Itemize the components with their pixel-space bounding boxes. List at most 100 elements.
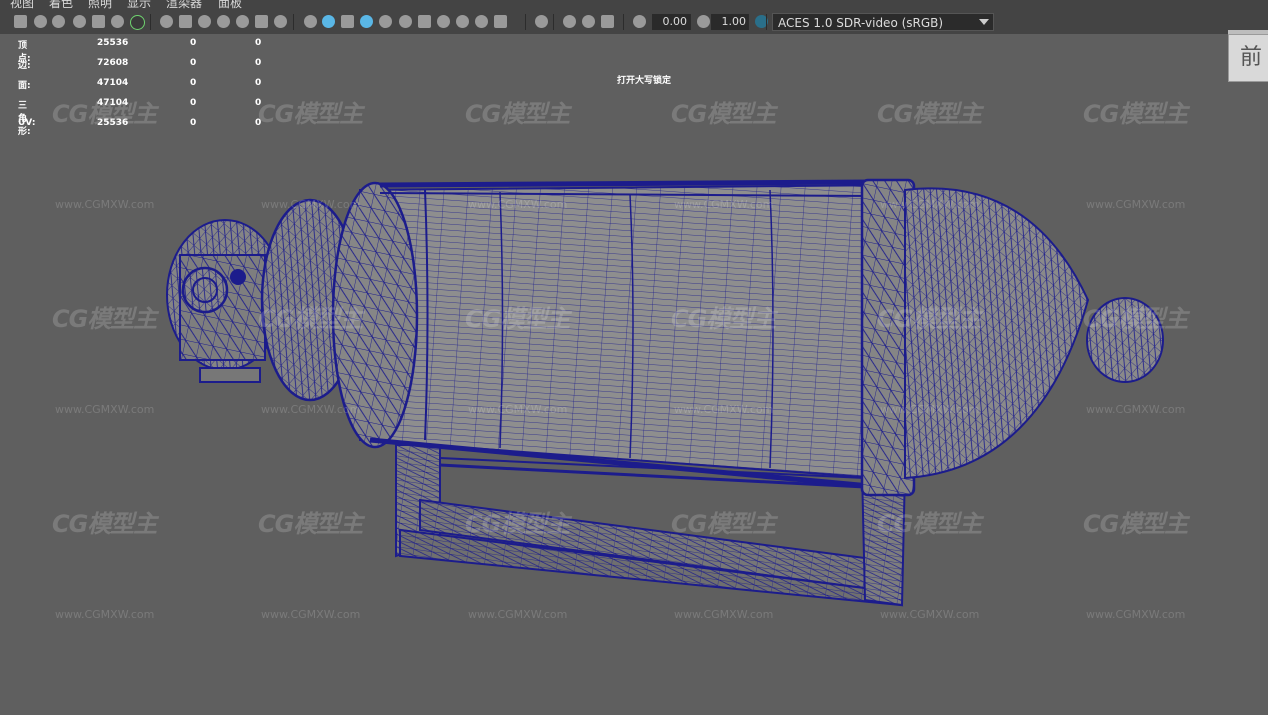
wireframe-on-shaded-icon[interactable]	[360, 15, 373, 28]
grease-pencil-icon[interactable]	[130, 15, 145, 30]
depth-of-field-icon[interactable]	[494, 15, 507, 28]
use-default-light-icon[interactable]	[399, 15, 412, 28]
watermark-url: www.CGMXW.com	[468, 198, 568, 211]
toolbar-separator	[293, 14, 294, 30]
xray-active-icon[interactable]	[582, 15, 595, 28]
default-material-icon[interactable]	[341, 15, 354, 28]
wireframe-icon[interactable]	[304, 15, 317, 28]
watermark-logo: CG模型主	[1083, 100, 1188, 128]
menu-panels[interactable]: 面板	[218, 0, 242, 9]
watermark-logo: CG模型主	[877, 510, 982, 538]
isolate-select-icon[interactable]	[535, 15, 548, 28]
watermark-logo: CG模型主	[877, 709, 981, 715]
watermark-url: www.CGMXW.com	[261, 403, 361, 416]
hud-count-value: 25536	[97, 38, 129, 48]
watermark-logo: CG模型主	[258, 709, 362, 715]
color-space-select[interactable]: ACES 1.0 SDR-video (sRGB)	[772, 13, 994, 31]
watermark-logo: CG模型主	[52, 510, 157, 538]
xray-joints-icon[interactable]	[563, 15, 576, 28]
watermark-url: www.CGMXW.com	[674, 608, 774, 621]
watermark-logo: CG模型主	[671, 305, 776, 333]
camera-icon[interactable]	[14, 15, 27, 28]
menu-renderer[interactable]: 渲染器	[166, 0, 202, 9]
tank-body-mesh	[331, 179, 906, 489]
backface-icon[interactable]	[601, 15, 614, 28]
hud-selected-value: 0	[190, 38, 197, 48]
watermark-url: www.CGMXW.com	[55, 608, 155, 621]
select-camera-icon[interactable]	[34, 15, 47, 28]
chevron-down-icon	[979, 19, 989, 25]
toolbar-separator	[748, 14, 749, 30]
hud-label: 边:	[18, 61, 31, 71]
gamma-field[interactable]: 1.00	[711, 14, 749, 30]
hud-label: 面:	[18, 81, 31, 91]
color-space-label: ACES 1.0 SDR-video (sRGB)	[778, 16, 944, 30]
exposure-icon[interactable]	[633, 15, 646, 28]
watermark-url: www.CGMXW.com	[468, 403, 568, 416]
image-plane-icon[interactable]	[92, 15, 105, 28]
shadows-icon[interactable]	[418, 15, 431, 28]
watermark-url: www.CGMXW.com	[674, 198, 774, 211]
gate-mask-icon[interactable]	[217, 15, 230, 28]
screen-space-ao-icon[interactable]	[437, 15, 450, 28]
safe-title-icon[interactable]	[274, 15, 287, 28]
watermark-url: www.CGMXW.com	[55, 198, 155, 211]
gamma-icon[interactable]	[697, 15, 710, 28]
watermark-logo: CG模型主	[258, 100, 363, 128]
hud-selected-value: 0	[190, 78, 197, 88]
menu-show[interactable]: 显示	[127, 0, 151, 9]
watermark-url: www.CGMXW.com	[261, 198, 361, 211]
watermark-url: www.CGMXW.com	[880, 608, 980, 621]
anti-alias-icon[interactable]	[475, 15, 488, 28]
watermark-logo: CG模型主	[52, 709, 156, 715]
hud-selected-value: 0	[190, 98, 197, 108]
viewport-3d[interactable]: 顶点: 25536 0 0 边: 72608 0 0 面: 47104 0 0 三角形: 47104 0 0 U…	[0, 34, 1268, 715]
menu-view[interactable]: 视图	[10, 0, 34, 9]
toolbar-separator	[766, 14, 767, 30]
watermark-url: www.CGMXW.com	[1086, 198, 1186, 211]
toolbar-separator	[690, 14, 691, 30]
watermark-logo: CG模型主	[671, 709, 775, 715]
xray-icon[interactable]	[379, 15, 392, 28]
bookmark-icon[interactable]	[73, 15, 86, 28]
watermark-url: www.CGMXW.com	[880, 403, 980, 416]
watermark-logo: CG模型主	[258, 510, 363, 538]
watermark-logo: CG模型主	[877, 100, 982, 128]
watermark-url: www.CGMXW.com	[1086, 403, 1186, 416]
lock-camera-icon[interactable]	[52, 15, 65, 28]
hud-label: UV:	[18, 118, 36, 128]
watermark-logo: CG模型主	[671, 510, 776, 538]
toolbar-separator	[150, 14, 151, 30]
grid-icon[interactable]	[160, 15, 173, 28]
field-chart-icon[interactable]	[236, 15, 249, 28]
watermark-logo: CG模型主	[465, 305, 570, 333]
view-cube[interactable]: 前	[1228, 34, 1268, 82]
watermark-logo: CG模型主	[671, 100, 776, 128]
hud-count-value: 72608	[97, 58, 129, 68]
smooth-shade-icon[interactable]	[322, 15, 335, 28]
watermark-logo: CG模型主	[465, 510, 570, 538]
caps-lock-notice: 打开大写锁定	[617, 76, 672, 86]
watermark-logo: CG模型主	[465, 100, 570, 128]
wireframe-model[interactable]	[0, 34, 1268, 715]
exposure-field[interactable]: 0.00	[652, 14, 690, 30]
watermark-url: www.CGMXW.com	[880, 198, 980, 211]
watermark-url: www.CGMXW.com	[261, 608, 361, 621]
film-gate-icon[interactable]	[179, 15, 192, 28]
watermark-logo: CG模型主	[877, 305, 982, 333]
safe-action-icon[interactable]	[255, 15, 268, 28]
watermark-logo: CG模型主	[52, 100, 157, 128]
hud-selected-value-2: 0	[255, 58, 262, 68]
menu-lighting[interactable]: 照明	[88, 0, 112, 9]
watermark-url: www.CGMXW.com	[55, 403, 155, 416]
watermark-logo: CG模型主	[258, 305, 363, 333]
watermark-logo: CG模型主	[1083, 510, 1188, 538]
motion-blur-icon[interactable]	[456, 15, 469, 28]
menu-shading[interactable]: 着色	[49, 0, 73, 9]
watermark-logo: CG模型主	[1083, 709, 1187, 715]
resolution-gate-icon[interactable]	[198, 15, 211, 28]
hud-selected-value-2: 0	[255, 38, 262, 48]
toolbar-separator	[553, 14, 554, 30]
2d-pan-icon[interactable]	[111, 15, 124, 28]
toolbar-separator	[525, 14, 526, 30]
